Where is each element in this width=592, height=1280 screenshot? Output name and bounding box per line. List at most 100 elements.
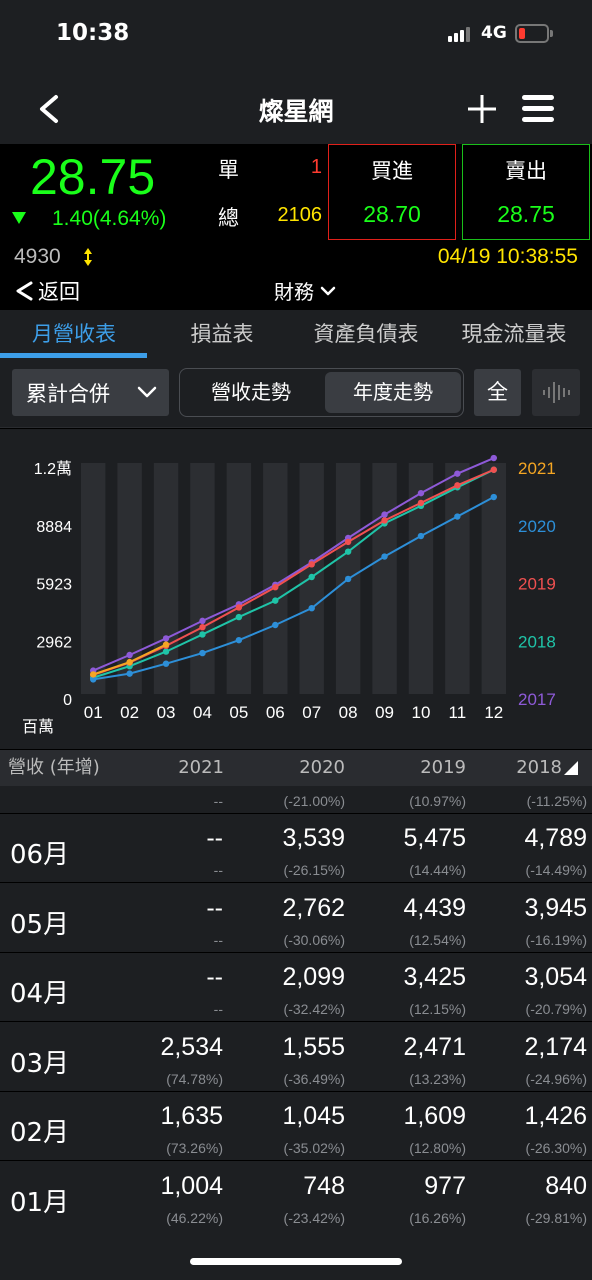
chart-controls: 累計合併 營收走勢 年度走勢 全	[0, 358, 592, 428]
row-yoy-pct: --	[213, 1001, 223, 1018]
y-tick-label: 8884	[36, 519, 72, 536]
row-revenue-value: 748	[303, 1172, 345, 1200]
table-row[interactable]: 05月 -- -- 2,762 (-30.06%) 4,439 (12.54%) 3,945 (…	[0, 884, 592, 953]
row-revenue-value: 977	[424, 1172, 466, 1200]
x-tick-label: 06	[266, 703, 285, 722]
waveform-icon	[543, 382, 570, 403]
home-indicator[interactable]	[190, 1258, 402, 1265]
data-point-2020	[308, 604, 315, 612]
x-tick-label: 03	[157, 703, 176, 722]
battery-icon	[515, 24, 549, 43]
data-point-2019	[235, 604, 243, 611]
total-volume-value: 2106	[277, 204, 323, 226]
row-yoy-pct: (14.44%)	[409, 862, 466, 878]
table-header-year[interactable]: 2020	[245, 750, 345, 786]
row-yoy-pct: (-23.42%)	[283, 1210, 345, 1226]
buy-price: 28.70	[363, 201, 421, 227]
row-revenue-value: 2,534	[160, 1032, 223, 1061]
quote-panel: 28.75 1.40(4.64%) 單 1 總 2106 買進 28.70 賣出…	[0, 144, 592, 310]
row-yoy-pct: (-29.81%)	[525, 1210, 587, 1226]
row-revenue-value: 1,426	[524, 1102, 587, 1131]
return-label: 返回	[38, 280, 80, 304]
buy-button[interactable]: 買進 28.70	[328, 144, 456, 240]
table-row[interactable]: 02月 1,635 (73.26%) 1,045 (-35.02%) 1,609 (12.8…	[0, 1092, 592, 1162]
data-point-2020	[235, 636, 243, 644]
y-unit-label: 百萬	[22, 717, 54, 736]
row-month: 06月	[10, 840, 70, 870]
price-change: 1.40(4.64%)	[52, 207, 167, 230]
data-point-2021	[162, 641, 170, 648]
trend-segment-group: 營收走勢 年度走勢	[179, 368, 464, 417]
legend-item-2021: 2021	[518, 459, 556, 478]
row-revenue-value: 840	[545, 1172, 587, 1200]
last-price: 28.75	[30, 149, 156, 205]
page-title: 燦星網	[258, 97, 334, 126]
data-point-2017	[199, 617, 206, 625]
row-yoy-pct: (-11.25%)	[526, 793, 587, 809]
row-revenue-value: 3,539	[282, 824, 345, 852]
row-month: 05月	[10, 909, 70, 940]
all-button[interactable]: 全	[474, 369, 521, 416]
row-month: 04月	[10, 979, 70, 1010]
table-header-year[interactable]: 2021	[124, 750, 224, 786]
waveform-button[interactable]	[532, 369, 580, 416]
sell-label: 賣出	[505, 159, 547, 183]
chart-column-band	[226, 463, 252, 694]
x-tick-label: 11	[449, 703, 467, 722]
row-revenue-value: 4,439	[403, 893, 466, 922]
menu-icon[interactable]	[521, 93, 555, 125]
row-yoy-pct: (16.26%)	[409, 1210, 466, 1226]
stock-code: 4930	[14, 245, 61, 268]
row-yoy-pct: (-32.42%)	[283, 1001, 345, 1018]
row-revenue-value: --	[206, 893, 223, 922]
tab-income-statement[interactable]: 損益表	[148, 310, 296, 358]
next-triangle-icon[interactable]	[564, 761, 578, 775]
tab-balance-sheet[interactable]: 資產負債表	[292, 310, 440, 358]
row-month: 02月	[10, 1118, 70, 1149]
chart-column-band	[372, 463, 397, 694]
data-point-2020	[126, 670, 133, 677]
y-tick-label: 5923	[36, 577, 72, 594]
tab-monthly-revenue[interactable]: 月營收表	[0, 310, 148, 358]
data-point-2017	[126, 651, 133, 659]
row-revenue-value: 3,054	[524, 963, 587, 992]
table-row[interactable]: 06月 -- -- 3,539 (-26.15%) 5,475 (14.44%) 4,789 (…	[0, 814, 592, 883]
row-yoy-pct: --	[213, 793, 223, 809]
row-yoy-pct: --	[213, 862, 223, 878]
row-yoy-pct: (12.54%)	[409, 931, 466, 948]
table-row[interactable]: 04月 -- -- 2,099 (-32.42%) 3,425 (12.15%) 3,054 (…	[0, 953, 592, 1023]
table-row-partial: -- (-21.00%) (10.97%) (-11.25%)	[0, 786, 592, 814]
data-point-2020	[454, 513, 461, 520]
data-point-2017	[162, 635, 170, 642]
revenue-chart: 1.2萬 8884 5923 2962 0 百萬 01 02 03 04 05 06 07 08 09 10 1…	[0, 429, 592, 749]
combined-select[interactable]: 累計合併	[12, 369, 169, 416]
data-point-2017	[417, 489, 425, 497]
row-revenue-value: --	[206, 963, 223, 992]
segment-annual-trend[interactable]: 年度走勢	[325, 372, 461, 413]
sell-button[interactable]: 賣出 28.75	[462, 144, 590, 240]
segment-revenue-trend[interactable]: 營收走勢	[183, 372, 319, 413]
data-point-2019	[417, 499, 425, 507]
table-header-year[interactable]: 2018	[462, 750, 562, 786]
x-tick-label: 02	[120, 703, 139, 722]
row-revenue-value: 2,174	[524, 1032, 587, 1061]
row-yoy-pct: (73.26%)	[166, 1140, 223, 1157]
data-point-2019	[199, 624, 206, 631]
table-row[interactable]: 03月 2,534 (74.78%) 1,555 (-36.49%) 2,471 (13.2…	[0, 1023, 592, 1092]
x-tick-label: 05	[229, 703, 248, 722]
table-header-year[interactable]: 2019	[366, 750, 466, 786]
row-revenue-value: 1,045	[282, 1102, 345, 1131]
finance-dropdown[interactable]: 財務	[274, 276, 336, 305]
back-icon[interactable]	[36, 94, 60, 124]
tab-cash-flow[interactable]: 現金流量表	[440, 310, 588, 358]
row-yoy-pct: (-21.00%)	[283, 793, 345, 809]
row-yoy-pct: (-35.02%)	[283, 1140, 345, 1157]
add-icon[interactable]	[466, 93, 498, 125]
chart-column-band	[153, 463, 179, 694]
data-point-2018	[162, 648, 170, 655]
row-yoy-pct: --	[213, 931, 223, 948]
table-row[interactable]: 01月 1,004 (46.22%) 748 (-23.42%) 977 (16.26%) 8…	[0, 1162, 592, 1230]
data-point-2019	[344, 538, 352, 546]
up-down-arrow-icon	[84, 248, 92, 266]
return-link[interactable]: 返回	[14, 276, 80, 306]
